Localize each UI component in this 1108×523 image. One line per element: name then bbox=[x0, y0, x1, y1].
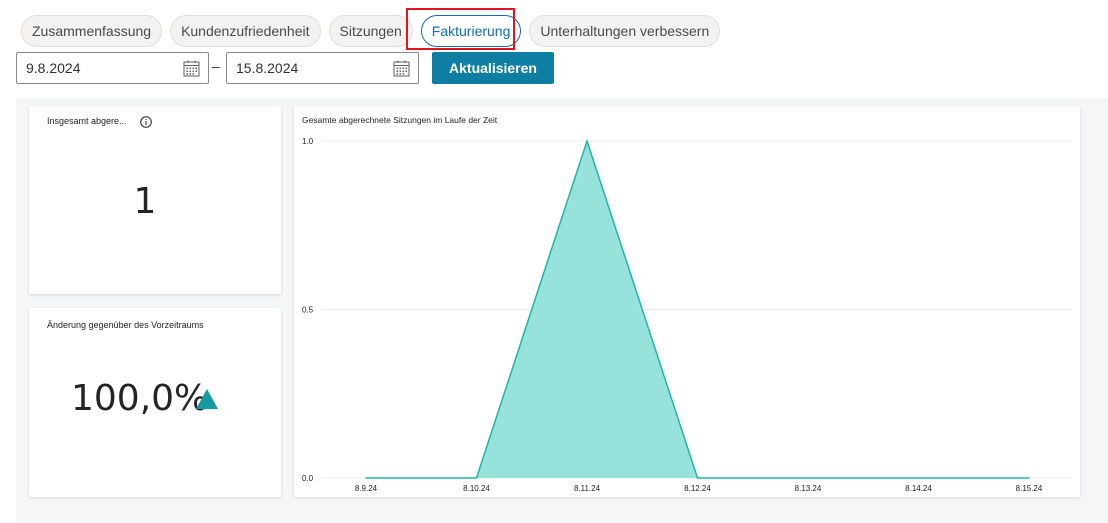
kpi-card-change: Änderung gegenüber des Vorzeitraums 100,… bbox=[29, 308, 281, 497]
data-point[interactable] bbox=[1028, 477, 1030, 479]
kpi-card-total: Insgesamt abgere... 1 bbox=[29, 106, 281, 294]
refresh-button[interactable]: Aktualisieren bbox=[432, 52, 554, 84]
dashboard-area: Insgesamt abgere... 1 Änderung gegenüber… bbox=[16, 98, 1108, 523]
data-point[interactable] bbox=[586, 140, 588, 142]
tab-bar: Zusammenfassung Kundenzufriedenheit Sitz… bbox=[21, 15, 721, 47]
calendar-icon[interactable] bbox=[183, 60, 200, 77]
area-chart: Gesamte abgerechnete Sitzungen im Laufe … bbox=[302, 115, 1072, 493]
data-point[interactable] bbox=[365, 477, 367, 479]
chart-card: Gesamte abgerechnete Sitzungen im Laufe … bbox=[294, 106, 1080, 497]
x-tick-label: 8.13.24 bbox=[795, 484, 822, 493]
x-tick-label: 8.9.24 bbox=[355, 484, 378, 493]
data-point[interactable] bbox=[696, 477, 699, 479]
x-tick-label: 8.14.24 bbox=[905, 484, 932, 493]
data-point[interactable] bbox=[807, 477, 809, 479]
y-tick-label: 0.0 bbox=[302, 474, 314, 483]
info-icon[interactable] bbox=[140, 116, 152, 128]
end-date-field[interactable]: 15.8.2024 bbox=[226, 52, 419, 84]
tab-customer-satisfaction[interactable]: Kundenzufriedenheit bbox=[170, 15, 321, 47]
start-date-field[interactable]: 9.8.2024 bbox=[16, 52, 209, 84]
data-point[interactable] bbox=[475, 477, 478, 479]
x-tick-label: 8.10.24 bbox=[463, 484, 490, 493]
kpi-total-title: Insgesamt abgere... bbox=[47, 116, 127, 126]
tab-summary[interactable]: Zusammenfassung bbox=[21, 15, 163, 47]
start-date-value: 9.8.2024 bbox=[26, 60, 81, 76]
tab-sessions[interactable]: Sitzungen bbox=[328, 15, 413, 47]
y-tick-label: 0.5 bbox=[302, 306, 314, 315]
x-tick-label: 8.11.24 bbox=[574, 484, 601, 493]
data-point[interactable] bbox=[917, 477, 920, 479]
kpi-change-value: 100,0% bbox=[71, 378, 209, 419]
tab-billing[interactable]: Fakturierung bbox=[420, 15, 522, 47]
chart-title: Gesamte abgerechnete Sitzungen im Laufe … bbox=[302, 115, 498, 125]
end-date-value: 15.8.2024 bbox=[236, 60, 299, 76]
calendar-icon[interactable] bbox=[393, 60, 410, 77]
kpi-total-value: 1 bbox=[133, 181, 157, 222]
x-tick-label: 8.15.24 bbox=[1016, 484, 1043, 493]
x-tick-label: 8.12.24 bbox=[684, 484, 711, 493]
date-separator: – bbox=[212, 58, 220, 74]
kpi-change-title: Änderung gegenüber des Vorzeitraums bbox=[47, 320, 204, 330]
trend-up-icon bbox=[196, 389, 218, 409]
tab-improve-conversations[interactable]: Unterhaltungen verbessern bbox=[529, 15, 721, 47]
y-tick-label: 1.0 bbox=[302, 137, 314, 146]
